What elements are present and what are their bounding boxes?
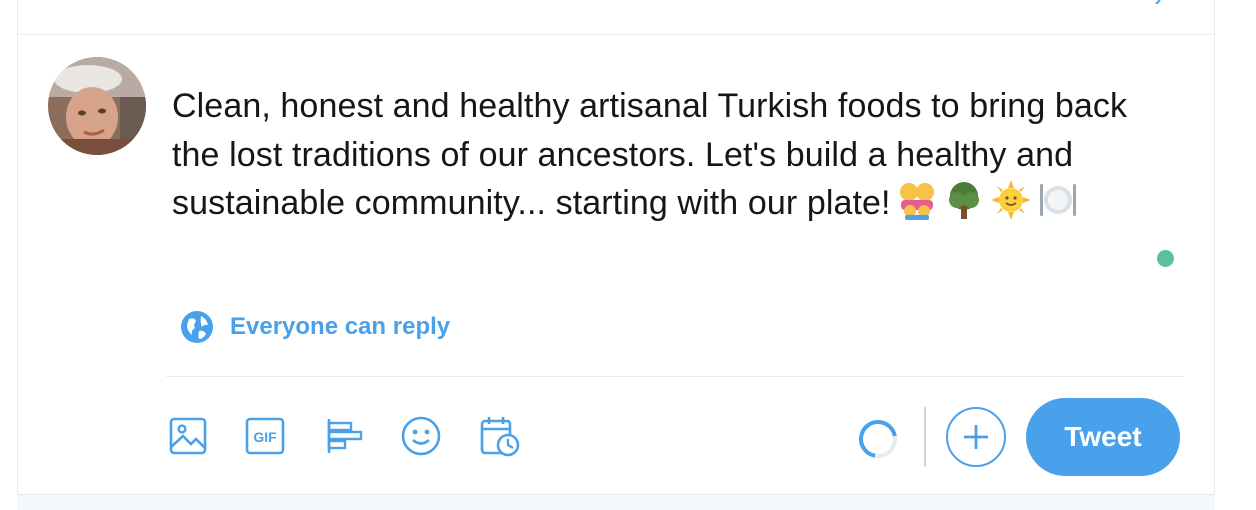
reply-setting-button[interactable]: Everyone can reply [180, 310, 450, 344]
image-icon [169, 417, 207, 455]
plus-icon [964, 425, 988, 449]
toolbar-divider [166, 376, 1184, 377]
tweet-button[interactable]: Tweet [1026, 398, 1180, 476]
emoji-icon [401, 416, 441, 456]
chevron-fragment-icon [1155, 0, 1161, 4]
family-emoji [899, 183, 934, 220]
character-count-progress [859, 420, 897, 458]
plate-cutlery-emoji [1039, 184, 1076, 216]
gif-glyph: GIF [253, 429, 277, 445]
bottom-divider [17, 494, 1215, 510]
add-tweet-button[interactable] [946, 407, 1006, 467]
avatar[interactable] [48, 57, 146, 155]
schedule-icon [480, 417, 520, 457]
poll-button[interactable] [325, 415, 365, 457]
globe-icon [181, 311, 213, 343]
reply-setting-label: Everyone can reply [230, 313, 451, 340]
emoji-button[interactable] [401, 415, 441, 457]
toolbar-separator [924, 407, 926, 467]
tree-emoji [948, 182, 979, 219]
schedule-button[interactable] [480, 415, 520, 457]
gif-icon: GIF [245, 417, 285, 455]
status-dot [1157, 250, 1174, 267]
gif-button[interactable]: GIF [245, 415, 285, 457]
tweet-text[interactable]: Clean, honest and healthy artisanal Turk… [172, 82, 1172, 228]
emoji-sequence [897, 180, 1085, 220]
media-button[interactable] [168, 415, 208, 457]
sun-emoji [990, 180, 1031, 220]
top-divider [17, 34, 1215, 35]
poll-icon [327, 419, 363, 453]
